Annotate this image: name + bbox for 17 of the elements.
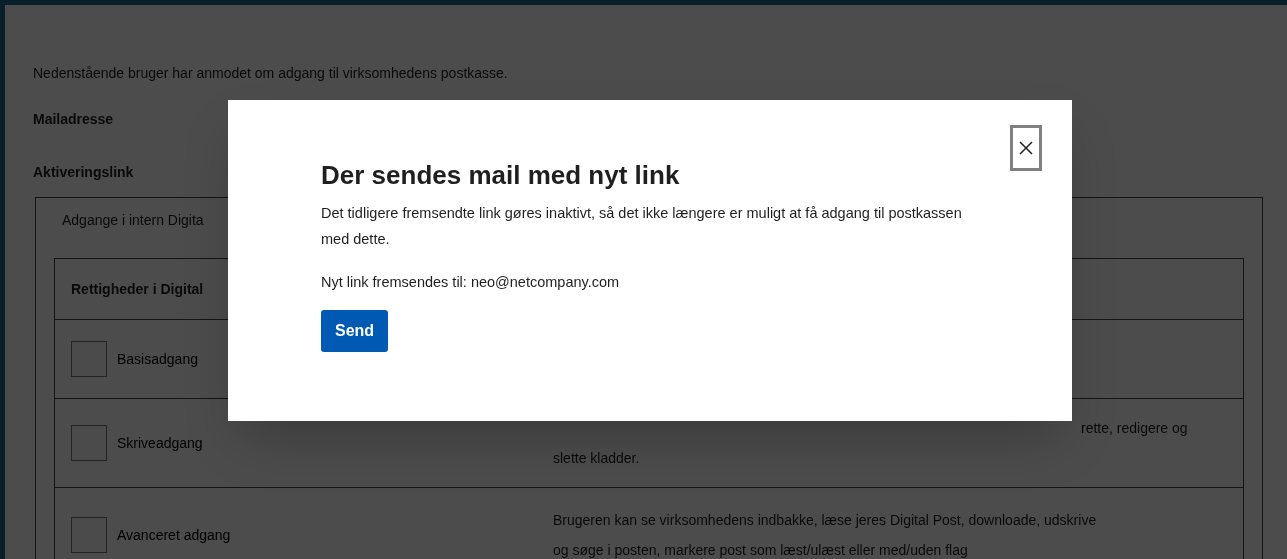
send-button[interactable]: Send	[321, 309, 389, 352]
close-icon	[1018, 140, 1034, 156]
description-text: Brugeren kan se virksomhedens indbakke, læse jeres Digital Post, downloade, udskrive	[553, 511, 1097, 530]
description-text: slette kladder.	[553, 449, 640, 468]
modal-body: Det tidligere fremsendte link gøres inaktivt, så det ikke længere er muligt at få adgang til postkassen med dette.	[321, 204, 963, 249]
recipient-text: Nyt link fremsendes til: neo@netcompany.com	[321, 273, 620, 292]
checkbox-label: Avanceret adgang	[117, 525, 231, 545]
fieldset-legend: Adgange i intern Digita	[62, 210, 204, 231]
field-label: Mailadresse	[33, 110, 114, 129]
close-button[interactable]	[1010, 125, 1042, 171]
checkbox-label: Basisadgang	[117, 349, 198, 369]
modal-title: Der sendes mail med nyt link	[321, 159, 680, 192]
column-header: Rettigheder i Digital	[71, 279, 204, 299]
intro-text: Nedenstående bruger har anmodet om adgang til virksomhedens postkasse.	[33, 64, 508, 83]
description-text: rette, redigere og	[1081, 419, 1188, 438]
checkbox-label: Skriveadgang	[117, 433, 203, 453]
field-label: Aktiveringslink	[33, 163, 134, 182]
